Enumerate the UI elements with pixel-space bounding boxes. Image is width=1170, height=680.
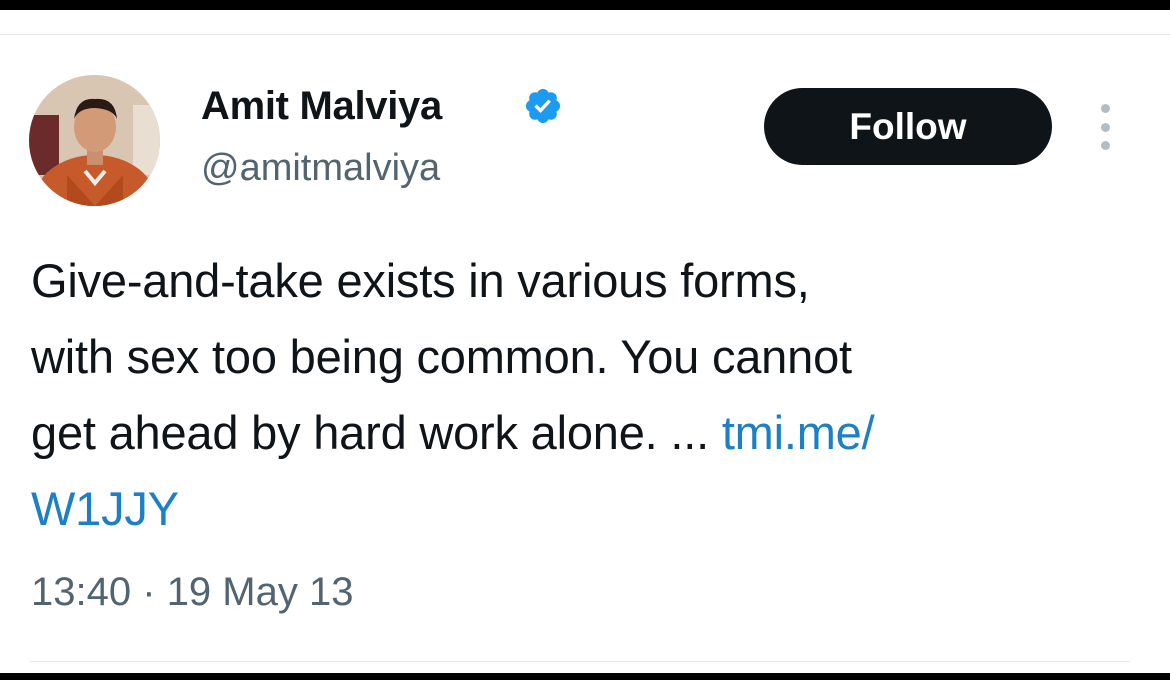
more-dot (1100, 104, 1110, 113)
follow-button[interactable]: Follow (764, 88, 1052, 165)
tweet-text-line: Give-and-take exists in various forms, (31, 254, 810, 307)
more-dot (1100, 122, 1110, 132)
more-options-icon[interactable] (1094, 104, 1116, 150)
bottom-divider (30, 661, 1130, 662)
avatar[interactable] (29, 75, 160, 206)
tweet-text: Give-and-take exists in various forms, w… (31, 243, 1151, 547)
verified-badge-icon (525, 88, 561, 124)
top-divider (0, 34, 1170, 35)
tweet-date: 19 May 13 (166, 570, 354, 614)
bottom-edge-bar (0, 673, 1170, 680)
tweet-text-segment: get ahead by hard work alone. ... (31, 406, 722, 459)
top-edge-bar (0, 0, 1170, 10)
tweet-link[interactable]: tmi.me/ (722, 406, 875, 459)
tweet-link-continuation[interactable]: W1JJY (31, 482, 179, 535)
tweet-text-line: W1JJY (31, 471, 1151, 547)
profile-photo-icon (29, 75, 160, 206)
timestamp-separator: · (142, 570, 156, 614)
tweet-text-line: with sex too being common. You cannot (31, 330, 852, 383)
tweet-time: 13:40 (31, 570, 132, 614)
author-handle[interactable]: @amitmalviya (201, 146, 440, 190)
author-display-name[interactable]: Amit Malviya (201, 82, 442, 130)
more-dot (1100, 141, 1110, 150)
tweet-text-line: get ahead by hard work alone. ... tmi.me… (31, 395, 1151, 471)
tweet-timestamp[interactable]: 13:40 · 19 May 13 (31, 566, 353, 618)
